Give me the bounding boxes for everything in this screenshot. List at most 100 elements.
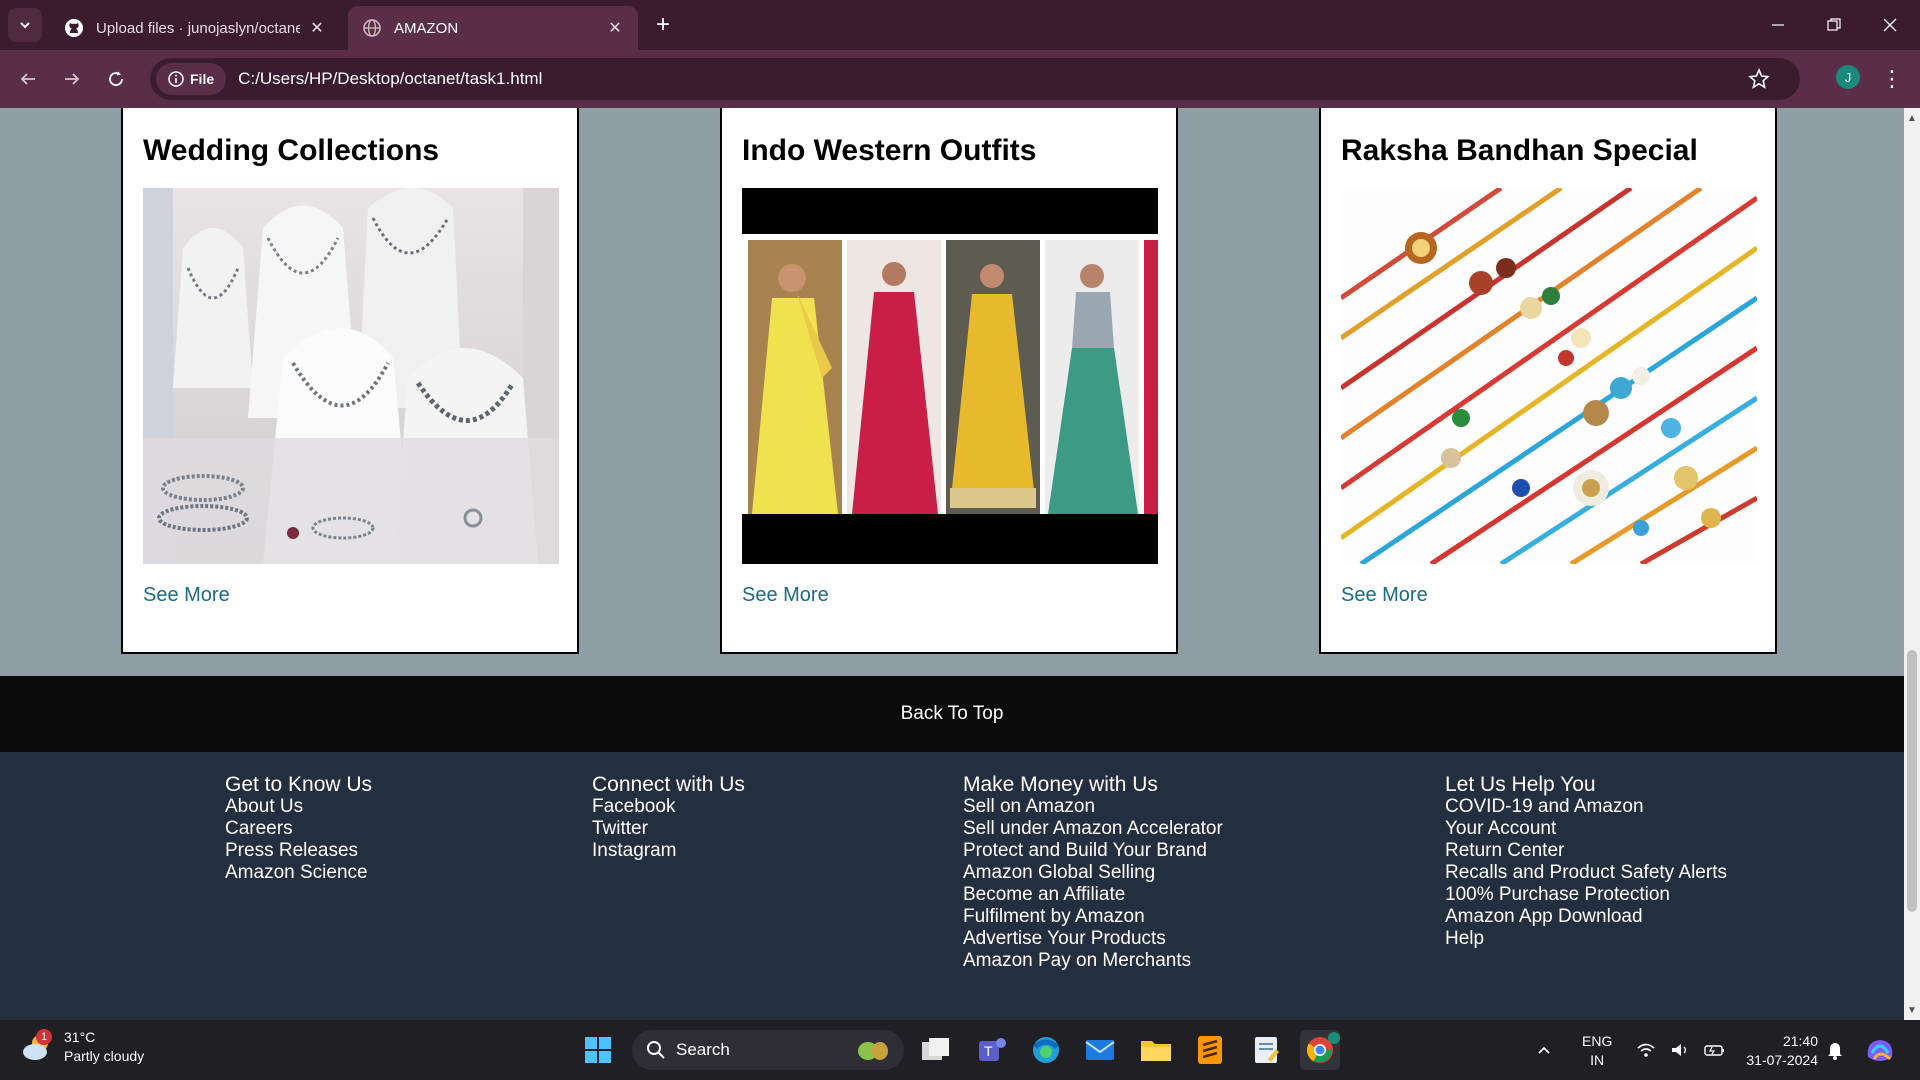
arrow-right-icon xyxy=(65,73,80,85)
system-tray-icons[interactable] xyxy=(1636,1020,1726,1080)
language-line2: IN xyxy=(1590,1052,1605,1068)
weather-temp: 31°C xyxy=(64,1029,96,1045)
minimize-button[interactable] xyxy=(1748,0,1808,50)
scroll-up-arrow-icon[interactable]: ▲ xyxy=(1904,110,1920,126)
close-icon xyxy=(1883,18,1897,32)
start-button[interactable] xyxy=(578,1030,618,1070)
footer-link[interactable]: Amazon Science xyxy=(225,862,372,884)
close-tab-icon[interactable]: ✕ xyxy=(606,19,624,37)
more-menu-icon[interactable]: ⋮ xyxy=(1880,65,1904,93)
see-more-link[interactable]: See More xyxy=(742,584,829,607)
footer-link[interactable]: 100% Purchase Protection xyxy=(1445,884,1727,906)
edge-icon xyxy=(1033,1037,1059,1063)
footer-link[interactable]: Facebook xyxy=(592,796,745,818)
footer-link[interactable]: Press Releases xyxy=(225,840,372,862)
back-button[interactable] xyxy=(12,63,44,95)
search-highlight-icon xyxy=(858,1042,888,1060)
tab-title: Upload files · junojaslyn/octane xyxy=(96,19,300,37)
edge-app[interactable] xyxy=(1026,1030,1066,1070)
battery-icon xyxy=(1704,1045,1724,1056)
site-info-chip[interactable]: File xyxy=(156,63,227,95)
show-hidden-icons-button[interactable] xyxy=(1536,1020,1552,1080)
footer-link[interactable]: Twitter xyxy=(592,818,745,840)
footer-col-make-money: Make Money with Us Sell on Amazon Sell u… xyxy=(963,774,1223,972)
forward-button[interactable] xyxy=(56,63,88,95)
footer-link[interactable]: Protect and Build Your Brand xyxy=(963,840,1223,862)
footer-link[interactable]: Amazon Global Selling xyxy=(963,862,1223,884)
restore-icon xyxy=(1827,18,1841,31)
footer-link[interactable]: Recalls and Product Safety Alerts xyxy=(1445,862,1727,884)
taskbar-clock[interactable]: 21:40 31-07-2024 xyxy=(1736,1032,1818,1070)
tab-github-upload[interactable]: Upload files · junojaslyn/octane ✕ xyxy=(50,6,340,50)
tab-title: AMAZON xyxy=(394,19,459,37)
footer-link[interactable]: Amazon Pay on Merchants xyxy=(963,950,1223,972)
svg-text:T: T xyxy=(984,1043,993,1059)
see-more-link[interactable]: See More xyxy=(1341,584,1428,607)
tab-bar: Upload files · junojaslyn/octane ✕ AMAZO… xyxy=(0,0,1920,50)
chevron-up-icon xyxy=(1538,1046,1550,1054)
minimize-icon xyxy=(1772,24,1784,26)
language-line1: ENG xyxy=(1582,1033,1613,1049)
footer-heading: Connect with Us xyxy=(592,773,745,796)
taskbar-search-box[interactable]: Search xyxy=(632,1030,904,1070)
footer-link[interactable]: Sell on Amazon xyxy=(963,796,1223,818)
chrome-profile-badge xyxy=(1328,1032,1340,1044)
footer-link[interactable]: COVID-19 and Amazon xyxy=(1445,796,1727,818)
mail-app[interactable] xyxy=(1080,1030,1120,1070)
teams-app[interactable]: T xyxy=(972,1030,1012,1070)
tab-amazon[interactable]: AMAZON ✕ xyxy=(348,6,638,50)
notifications-button[interactable] xyxy=(1826,1020,1844,1080)
task-view-button[interactable] xyxy=(916,1030,956,1070)
footer-link[interactable]: Become an Affiliate xyxy=(963,884,1223,906)
footer-heading: Let Us Help You xyxy=(1445,773,1596,796)
tab-search-button[interactable] xyxy=(8,8,42,42)
new-tab-button[interactable]: + xyxy=(648,10,678,40)
card-title: Wedding Collections xyxy=(143,134,440,167)
copilot-button[interactable] xyxy=(1864,1020,1896,1080)
folder-icon xyxy=(1141,1041,1171,1061)
file-explorer-app[interactable] xyxy=(1136,1030,1176,1070)
reload-button[interactable] xyxy=(100,63,132,95)
footer-col-get-to-know: Get to Know Us About Us Careers Press Re… xyxy=(225,774,372,884)
notepad-app[interactable] xyxy=(1246,1030,1286,1070)
chevron-down-icon xyxy=(20,22,30,29)
windows-taskbar: 1 31°C Partly cloudy Search T ENG IN 21:… xyxy=(0,1020,1920,1080)
page-viewport: Wedding Collections See More Indo Wester… xyxy=(0,108,1904,1020)
close-window-button[interactable] xyxy=(1860,0,1920,50)
footer-link[interactable]: About Us xyxy=(225,796,372,818)
footer-link[interactable]: Return Center xyxy=(1445,840,1727,862)
site-footer: Get to Know Us About Us Careers Press Re… xyxy=(0,752,1904,1020)
footer-link[interactable]: Sell under Amazon Accelerator xyxy=(963,818,1223,840)
weather-widget[interactable]: 1 31°C Partly cloudy xyxy=(20,1028,144,1066)
profile-avatar[interactable]: J xyxy=(1836,65,1860,89)
footer-link[interactable]: Amazon App Download xyxy=(1445,906,1727,928)
see-more-link[interactable]: See More xyxy=(143,584,230,607)
url-text[interactable]: C:/Users/HP/Desktop/octanet/task1.html xyxy=(238,69,542,89)
jewelry-image xyxy=(143,188,559,564)
page-scrollbar[interactable]: ▲ ▼ xyxy=(1904,108,1920,1020)
browser-toolbar: File C:/Users/HP/Desktop/octanet/task1.h… xyxy=(0,50,1920,108)
footer-link[interactable]: Fulfilment by Amazon xyxy=(963,906,1223,928)
bookmark-star-icon[interactable] xyxy=(1748,68,1770,90)
footer-link[interactable]: Advertise Your Products xyxy=(963,928,1223,950)
footer-link[interactable]: Careers xyxy=(225,818,372,840)
footer-link[interactable]: Your Account xyxy=(1445,818,1727,840)
info-icon xyxy=(168,71,184,87)
restore-button[interactable] xyxy=(1804,0,1864,50)
close-tab-icon[interactable]: ✕ xyxy=(308,19,326,37)
back-to-top-label: Back To Top xyxy=(900,703,1004,724)
back-to-top-button[interactable]: Back To Top xyxy=(0,676,1904,752)
notepad-icon xyxy=(1255,1037,1279,1063)
weather-cloud-icon: 1 xyxy=(20,1029,56,1065)
language-indicator[interactable]: ENG IN xyxy=(1582,1032,1612,1070)
sublime-text-app[interactable] xyxy=(1190,1030,1230,1070)
sublime-icon xyxy=(1198,1036,1222,1064)
scroll-thumb[interactable] xyxy=(1907,650,1917,912)
globe-icon xyxy=(362,18,382,38)
address-bar[interactable]: File C:/Users/HP/Desktop/octanet/task1.h… xyxy=(150,58,1800,100)
scroll-down-arrow-icon[interactable]: ▼ xyxy=(1904,1002,1920,1018)
footer-link[interactable]: Help xyxy=(1445,928,1727,950)
chrome-app[interactable] xyxy=(1300,1030,1340,1070)
footer-heading: Get to Know Us xyxy=(225,773,373,796)
footer-link[interactable]: Instagram xyxy=(592,840,745,862)
